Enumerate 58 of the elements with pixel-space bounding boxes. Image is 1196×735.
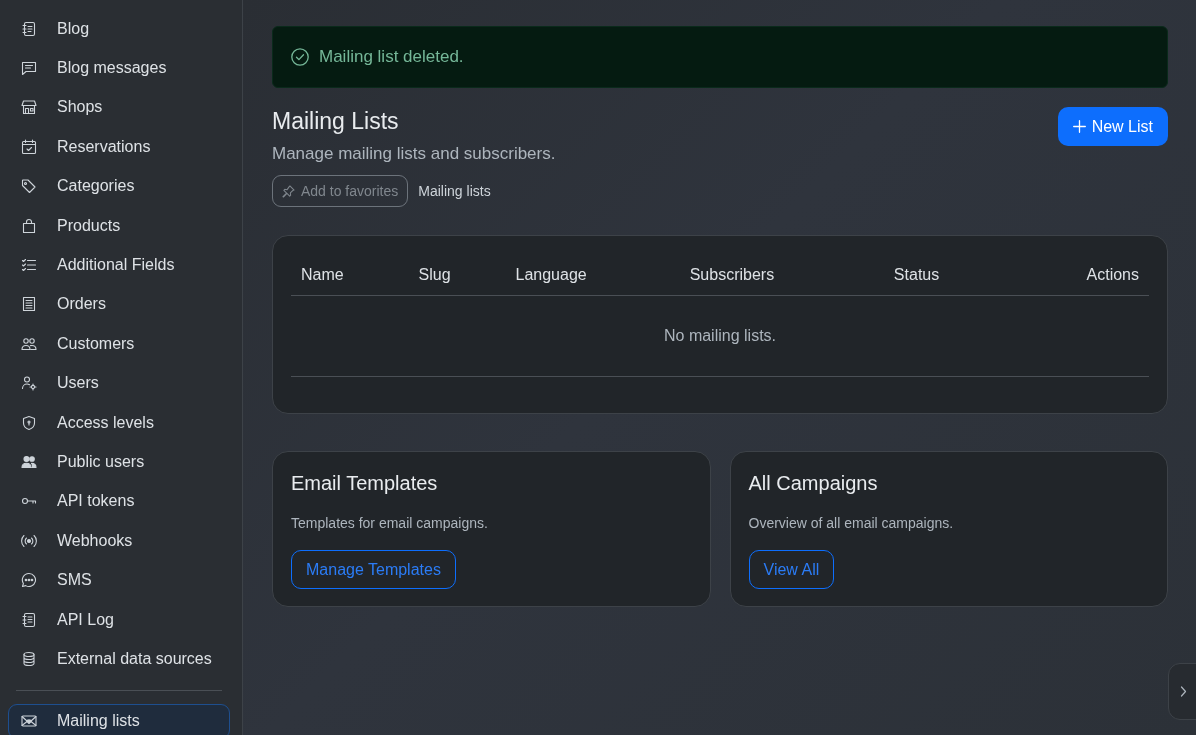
- calendar-check-icon: [21, 138, 37, 155]
- sidebar-item[interactable]: Customers: [8, 324, 230, 364]
- pin-icon: [282, 184, 295, 198]
- person-gear-icon: [21, 375, 37, 392]
- journal-icon: [21, 611, 37, 628]
- shield-icon: [21, 414, 37, 431]
- check-circle-icon: [291, 48, 309, 66]
- sidebar-item[interactable]: Orders: [8, 284, 230, 325]
- breadcrumb: Mailing lists: [418, 183, 491, 199]
- sidebar-item[interactable]: Mailing lists: [8, 703, 230, 735]
- page-subtitle: Manage mailing lists and subscribers.: [272, 143, 556, 165]
- sidebar-item[interactable]: API tokens: [8, 481, 230, 522]
- sidebar-item[interactable]: API Log: [8, 599, 230, 640]
- envelope-icon: [21, 713, 37, 730]
- card-description: Overview of all email campaigns.: [748, 514, 955, 532]
- sidebar-item[interactable]: Access levels: [8, 402, 230, 443]
- database-icon: [21, 650, 37, 667]
- sidebar-item[interactable]: Shops: [8, 87, 230, 128]
- broadcast-icon: [21, 532, 37, 549]
- chat-icon: [21, 60, 37, 77]
- plus-icon: [1072, 120, 1086, 133]
- chevron-right-icon: [1180, 686, 1187, 697]
- sidebar-item[interactable]: Categories: [8, 166, 230, 206]
- column-header: Status: [883, 254, 1030, 296]
- sidebar-item[interactable]: Blog: [8, 9, 230, 49]
- sidebar-item[interactable]: Webhooks: [8, 521, 230, 561]
- alert-message: Mailing list deleted.: [319, 46, 464, 68]
- card-description: Templates for email campaigns.: [291, 514, 489, 532]
- sidebar-item[interactable]: SMS: [8, 560, 230, 600]
- new-list-button[interactable]: New List: [1057, 107, 1168, 146]
- sidebar-item[interactable]: External data sources: [8, 639, 230, 679]
- tag-icon: [21, 178, 37, 195]
- journal-icon: [21, 20, 37, 37]
- column-header: Language: [505, 254, 680, 296]
- page-title: Mailing Lists: [272, 107, 400, 135]
- checklist-icon: [21, 257, 37, 274]
- column-header: Actions: [1029, 254, 1149, 296]
- empty-message: No mailing lists.: [291, 295, 1149, 377]
- sidebar-item[interactable]: Users: [8, 363, 230, 403]
- card-title: All Campaigns: [748, 471, 879, 496]
- chat-dots-icon: [21, 572, 37, 589]
- card-title: Email Templates: [291, 471, 439, 496]
- shop-icon: [21, 99, 37, 116]
- column-header: Subscribers: [679, 254, 884, 296]
- add-to-favorites-button[interactable]: Add to favorites: [272, 175, 409, 207]
- sidebar-item[interactable]: Blog messages: [8, 48, 230, 88]
- bag-icon: [21, 217, 37, 234]
- sidebar-item[interactable]: Public users: [8, 442, 230, 482]
- card-button[interactable]: View All: [748, 550, 835, 589]
- people-icon: [21, 335, 37, 352]
- sidebar-item[interactable]: Additional Fields: [8, 245, 230, 285]
- column-header: Name: [291, 254, 409, 296]
- people-icon: [21, 454, 37, 470]
- sidebar-item[interactable]: Products: [8, 205, 230, 246]
- sidebar-item[interactable]: Reservations: [8, 127, 230, 167]
- card-button[interactable]: Manage Templates: [291, 550, 456, 589]
- receipt-icon: [21, 296, 37, 313]
- column-header: Slug: [408, 254, 506, 296]
